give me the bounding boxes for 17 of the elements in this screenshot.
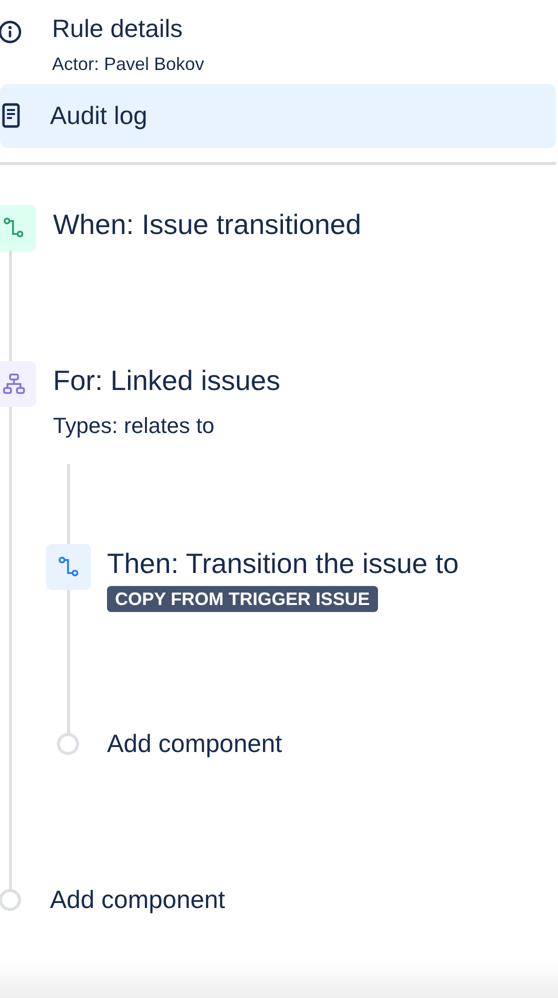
component-detail: Types: relates to: [53, 412, 214, 440]
document-icon: [2, 103, 20, 129]
hierarchy-icon: [0, 361, 36, 407]
nav-item[interactable]: Audit log: [0, 84, 556, 148]
component-title: For: Linked issues: [53, 364, 280, 398]
nav-label: Rule details: [52, 14, 184, 45]
component-title: Then: Transition the issue to: [107, 547, 459, 581]
add-component-button[interactable]: Add component: [0, 885, 226, 915]
actor-text: Actor: Pavel Bokov: [52, 53, 204, 76]
info-icon: [0, 20, 22, 44]
nav-item[interactable]: Rule details Actor: Pavel Bokov: [0, 10, 556, 76]
route-icon: [46, 544, 91, 590]
add-component-button[interactable]: Add component: [57, 729, 282, 759]
component-title: When: Issue transitioned: [53, 208, 362, 242]
value-badge: COPY FROM TRIGGER ISSUE: [107, 586, 378, 612]
route-icon: [0, 205, 36, 251]
nav-label: Audit log: [50, 101, 148, 132]
